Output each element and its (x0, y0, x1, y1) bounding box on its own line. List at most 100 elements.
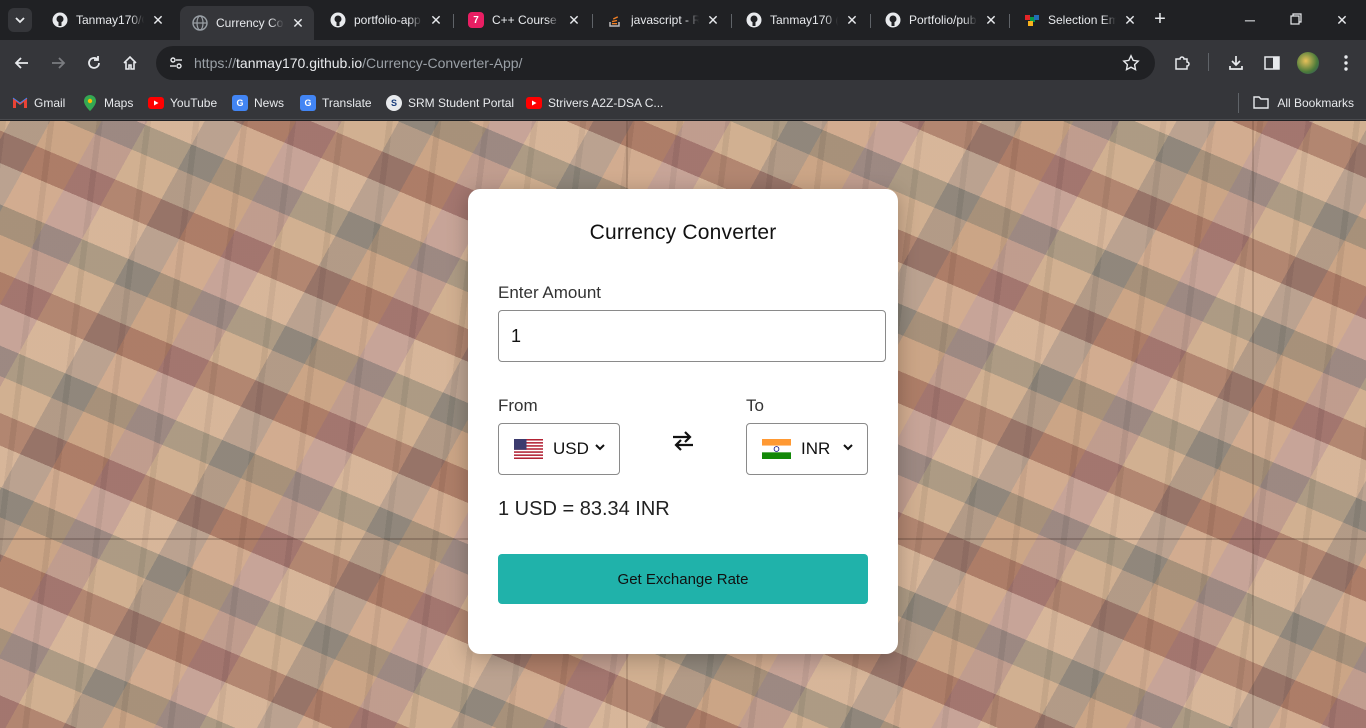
new-tab-button[interactable]: + (1150, 9, 1170, 30)
all-bookmarks-label: All Bookmarks (1277, 96, 1354, 110)
tab-separator (453, 14, 454, 28)
tab-tanmay170-c[interactable]: Tanmay170/C ✕ (40, 6, 174, 34)
folder-icon (1253, 95, 1270, 111)
page-viewport: Currency Converter Enter Amount From USD… (0, 121, 1366, 728)
swap-arrows-icon[interactable] (670, 429, 696, 453)
close-icon[interactable]: ✕ (566, 12, 582, 28)
address-bar[interactable]: https://tanmay170.github.io/Currency-Con… (156, 46, 1155, 80)
amount-label: Enter Amount (498, 283, 602, 302)
zoho-icon (1024, 12, 1040, 28)
downloads-button[interactable] (1224, 51, 1248, 75)
github-icon (746, 12, 762, 28)
tab-portfolio-app[interactable]: portfolio-app ✕ (318, 6, 452, 34)
close-icon[interactable]: ✕ (1122, 12, 1138, 28)
url-path: /Currency-Converter-App/ (362, 55, 523, 71)
bookmark-strivers[interactable]: Strivers A2Z-DSA C... (526, 93, 663, 113)
tab-title: Tanmay170/C (76, 13, 144, 27)
youtube-icon (148, 95, 164, 111)
forward-button[interactable] (46, 51, 70, 75)
restore-icon (1290, 13, 1302, 25)
translate-icon: G (300, 95, 316, 111)
home-button[interactable] (118, 51, 142, 75)
us-flag-icon (514, 439, 543, 459)
close-icon[interactable]: ✕ (290, 15, 306, 31)
from-label: From (498, 396, 538, 415)
get-exchange-rate-button[interactable]: Get Exchange Rate (498, 554, 868, 604)
close-icon[interactable]: ✕ (705, 12, 721, 28)
amount-input[interactable] (498, 310, 886, 362)
from-currency-select[interactable]: USD (498, 423, 620, 475)
tab-title: Tanmay170 ( (770, 13, 838, 27)
puzzle-icon (1175, 56, 1190, 70)
tab-strip: Tanmay170/C ✕ Currency Con ✕ portfolio-a… (0, 0, 1366, 40)
all-bookmarks-button[interactable]: All Bookmarks (1253, 93, 1354, 113)
converter-card: Currency Converter Enter Amount From USD… (468, 189, 898, 654)
reload-button[interactable] (82, 51, 106, 75)
tab-title: portfolio-app (354, 13, 421, 27)
globe-icon (192, 15, 208, 31)
bookmark-translate[interactable]: G Translate (300, 93, 372, 113)
srm-icon: S (386, 95, 402, 111)
tab-separator (731, 14, 732, 28)
tab-title: Portfolio/pub (909, 13, 977, 27)
profile-avatar[interactable] (1297, 52, 1319, 74)
tab-search-button[interactable] (8, 8, 32, 32)
close-icon[interactable]: ✕ (983, 12, 999, 28)
url-text: https://tanmay170.github.io/Currency-Con… (194, 55, 522, 71)
restore-button[interactable] (1286, 10, 1306, 30)
bookmark-label: News (254, 96, 285, 110)
to-label: To (746, 396, 764, 415)
bookmark-label: YouTube (170, 96, 218, 110)
toolbar-separator (1208, 53, 1209, 71)
bookmark-label: SRM Student Portal (408, 96, 515, 110)
tab-separator (870, 14, 871, 28)
browser-toolbar: https://tanmay170.github.io/Currency-Con… (0, 40, 1366, 86)
side-panel-button[interactable] (1260, 51, 1284, 75)
youtube-icon (526, 95, 542, 111)
bookmarks-separator (1238, 93, 1239, 113)
window-close-button[interactable]: ✕ (1332, 10, 1352, 30)
download-icon (1229, 56, 1243, 70)
tab-currency-converter[interactable]: Currency Con ✕ (180, 6, 314, 40)
site-info-icon[interactable] (166, 53, 186, 73)
tab-portfolio-pub[interactable]: Portfolio/pub ✕ (873, 6, 1007, 34)
close-icon[interactable]: ✕ (428, 12, 444, 28)
tab-separator (1009, 14, 1010, 28)
bookmark-srm-portal[interactable]: S SRM Student Portal (386, 93, 514, 113)
extensions-button[interactable] (1170, 51, 1194, 75)
india-flag-icon (762, 439, 791, 459)
github-icon (330, 12, 346, 28)
bookmarks-bar: Gmail Maps YouTube G News G Translate S … (0, 86, 1366, 120)
tab-title: Selection Em (1048, 13, 1116, 27)
tab-javascript[interactable]: javascript - R ✕ (595, 6, 729, 34)
gmail-icon (12, 95, 28, 111)
arrow-right-icon (52, 57, 66, 69)
tab-title: C++ Course (492, 13, 557, 27)
tab-selection-em[interactable]: Selection Em ✕ (1012, 6, 1146, 34)
bookmark-youtube[interactable]: YouTube (148, 93, 217, 113)
home-icon (123, 55, 137, 70)
menu-button[interactable] (1334, 51, 1358, 75)
url-host: tanmay170.github.io (236, 55, 363, 71)
minimize-button[interactable]: ─ (1240, 10, 1260, 30)
tab-cpp-course[interactable]: 7 C++ Course ✕ (456, 6, 590, 34)
tab-separator (592, 14, 593, 28)
side-panel-icon (1264, 56, 1280, 70)
bookmark-label: Translate (322, 96, 372, 110)
bookmark-news[interactable]: G News (232, 93, 284, 113)
back-button[interactable] (10, 51, 34, 75)
chevron-down-icon (595, 444, 605, 451)
app-title: Currency Converter (589, 221, 777, 244)
github-icon (885, 12, 901, 28)
close-icon[interactable]: ✕ (844, 12, 860, 28)
bookmark-maps[interactable]: Maps (82, 93, 133, 113)
to-currency-select[interactable]: INR (746, 423, 868, 475)
close-icon[interactable]: ✕ (150, 12, 166, 28)
to-currency-code: INR (801, 439, 831, 458)
reload-icon (88, 56, 100, 69)
bookmark-gmail[interactable]: Gmail (12, 93, 65, 113)
background-seam (1252, 121, 1254, 728)
news-icon: G (232, 95, 248, 111)
tab-tanmay170-profile[interactable]: Tanmay170 ( ✕ (734, 6, 868, 34)
bookmark-star-icon[interactable] (1121, 53, 1141, 73)
